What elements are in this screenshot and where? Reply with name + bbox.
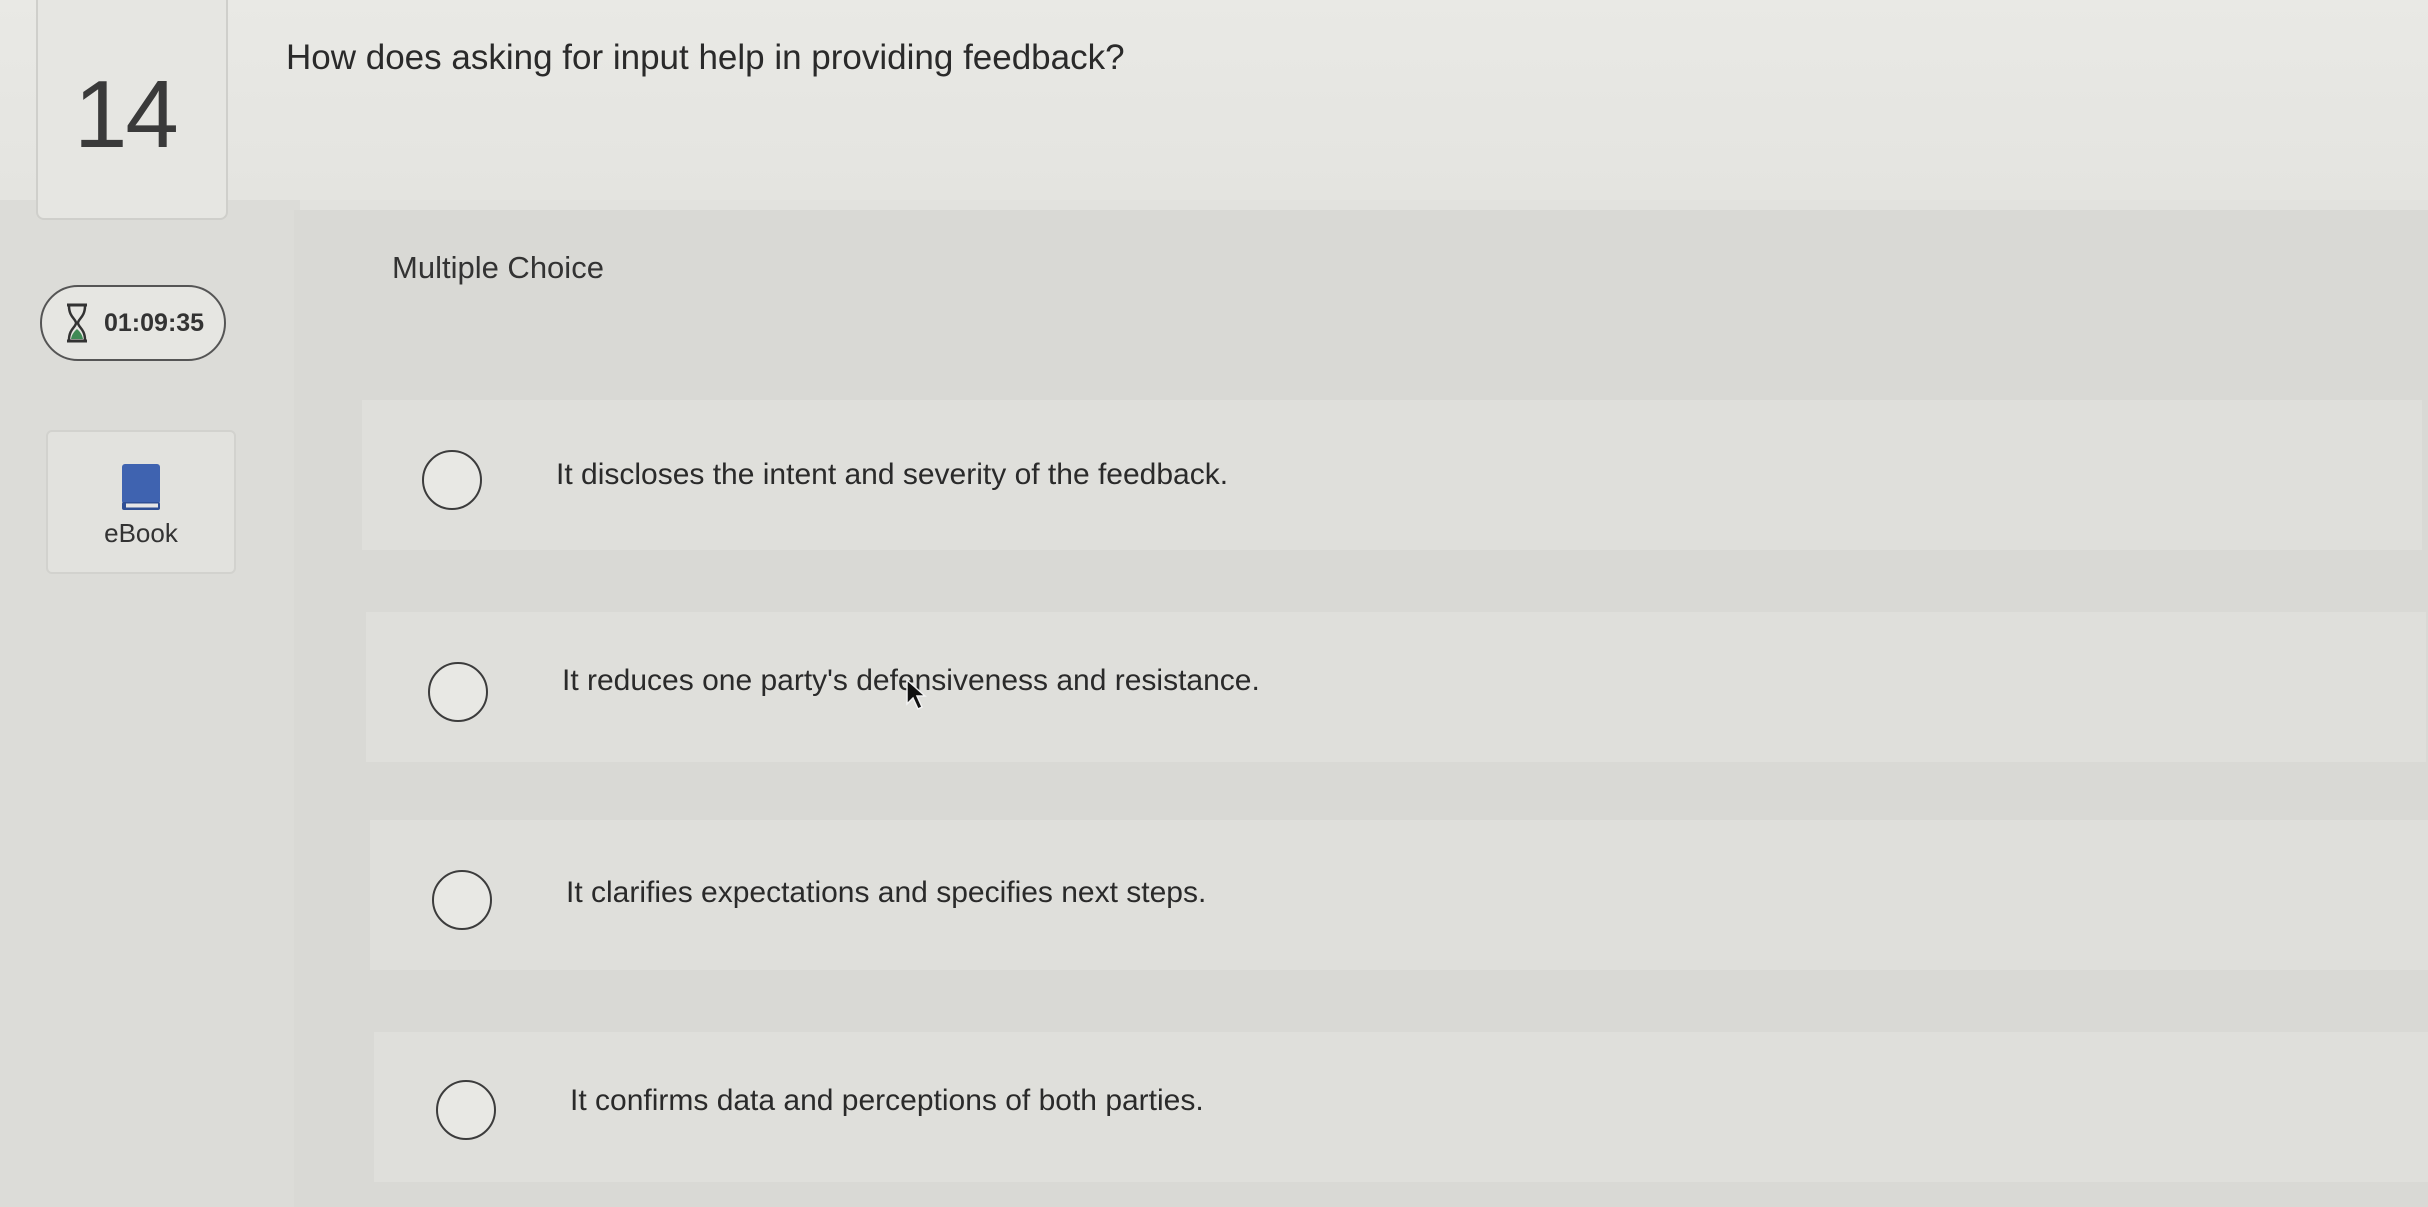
option-c-label: It clarifies expectations and specifies … — [566, 876, 1207, 909]
option-c-radio[interactable] — [432, 870, 492, 930]
hourglass-icon — [67, 303, 87, 343]
ebook-button[interactable]: eBook — [46, 430, 236, 574]
option-b-radio[interactable] — [428, 662, 488, 722]
option-d-label: It confirms data and perceptions of both… — [570, 1084, 1204, 1117]
timer-value: 01:09:35 — [104, 308, 205, 337]
question-type-label: Multiple Choice — [392, 250, 604, 285]
book-icon — [122, 464, 160, 510]
option-c[interactable]: It clarifies expectations and specifies … — [370, 820, 2428, 970]
option-a-radio[interactable] — [422, 450, 482, 510]
timer: 01:09:35 — [40, 285, 226, 361]
option-b[interactable]: It reduces one party's defensiveness and… — [366, 612, 2426, 762]
mouse-cursor-icon — [906, 678, 927, 711]
ebook-label: eBook — [104, 518, 178, 548]
option-a-label: It discloses the intent and severity of … — [556, 458, 1229, 491]
header-strip — [0, 0, 2428, 200]
question-number: 14 — [74, 61, 179, 168]
question-text: How does asking for input help in provid… — [286, 38, 1125, 77]
option-a[interactable]: It discloses the intent and severity of … — [362, 400, 2422, 550]
option-d[interactable]: It confirms data and perceptions of both… — [374, 1032, 2428, 1182]
option-d-radio[interactable] — [436, 1080, 496, 1140]
